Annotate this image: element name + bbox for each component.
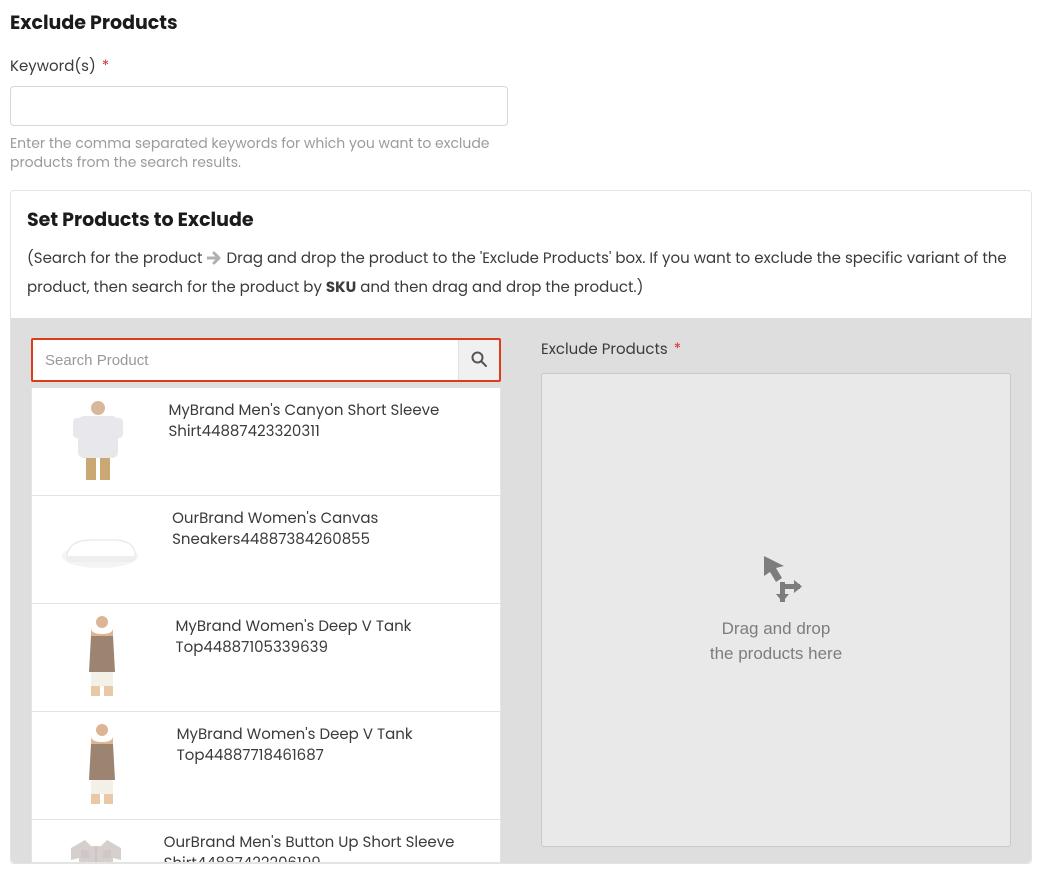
product-thumbnail <box>42 506 158 590</box>
exclude-label: Exclude Products * <box>541 338 1011 361</box>
product-title: OurBrand Men's Button Up Short Sleeve Sh… <box>164 830 488 863</box>
search-button[interactable] <box>459 340 499 380</box>
product-thumbnail <box>42 722 163 806</box>
panel-description: (Search for the product Drag and drop th… <box>27 244 1015 303</box>
product-title: MyBrand Women's Deep V Tank Top448871053… <box>175 614 488 658</box>
keywords-label-text: Keyword(s) <box>10 56 96 77</box>
product-thumbnail <box>42 398 154 482</box>
panel-desc-bold: SKU <box>326 277 356 298</box>
panel-desc-after: and then drag and drop the product.) <box>360 277 643 298</box>
exclude-drop-zone[interactable]: Drag and drop the products here <box>541 373 1011 847</box>
product-title: MyBrand Women's Deep V Tank Top448877184… <box>177 722 488 766</box>
keywords-label: Keyword(s) * <box>10 55 1032 78</box>
search-results-list[interactable]: MyBrand Men's Canyon Short Sleeve Shirt4… <box>31 388 501 863</box>
keywords-input[interactable] <box>10 86 508 126</box>
page-title: Exclude Products <box>10 8 1032 37</box>
panel-desc-before: (Search for the product <box>27 248 207 269</box>
required-asterisk: * <box>674 339 681 360</box>
product-thumbnail <box>42 614 161 698</box>
arrow-right-icon <box>207 246 223 260</box>
search-input[interactable] <box>33 340 459 380</box>
search-icon <box>471 351 487 370</box>
drag-move-icon <box>750 554 802 617</box>
search-row <box>31 338 501 382</box>
product-title: OurBrand Women's Canvas Sneakers44887384… <box>172 506 488 550</box>
keywords-field: Keyword(s) * Enter the comma separated k… <box>10 55 1032 172</box>
search-column: MyBrand Men's Canyon Short Sleeve Shirt4… <box>31 338 501 863</box>
product-result-item[interactable]: OurBrand Women's Canvas Sneakers44887384… <box>32 496 500 604</box>
product-result-item[interactable]: OurBrand Men's Button Up Short Sleeve Sh… <box>32 820 500 863</box>
drop-zone-line2: the products here <box>710 642 842 667</box>
product-result-item[interactable]: MyBrand Men's Canyon Short Sleeve Shirt4… <box>32 388 500 496</box>
panel-title: Set Products to Exclude <box>27 205 1015 234</box>
product-columns: MyBrand Men's Canyon Short Sleeve Shirt4… <box>11 318 1031 863</box>
keywords-help-text: Enter the comma separated keywords for w… <box>10 134 510 172</box>
exclude-label-text: Exclude Products <box>541 339 668 360</box>
exclude-column: Exclude Products * Drag and d <box>541 338 1011 863</box>
drop-zone-line1: Drag and drop <box>722 617 831 642</box>
product-thumbnail <box>42 830 150 863</box>
required-asterisk: * <box>102 56 109 77</box>
product-result-item[interactable]: MyBrand Women's Deep V Tank Top448877184… <box>32 712 500 820</box>
product-result-item[interactable]: MyBrand Women's Deep V Tank Top448871053… <box>32 604 500 712</box>
set-products-panel: Set Products to Exclude (Search for the … <box>10 190 1032 865</box>
product-title: MyBrand Men's Canyon Short Sleeve Shirt4… <box>168 398 488 442</box>
